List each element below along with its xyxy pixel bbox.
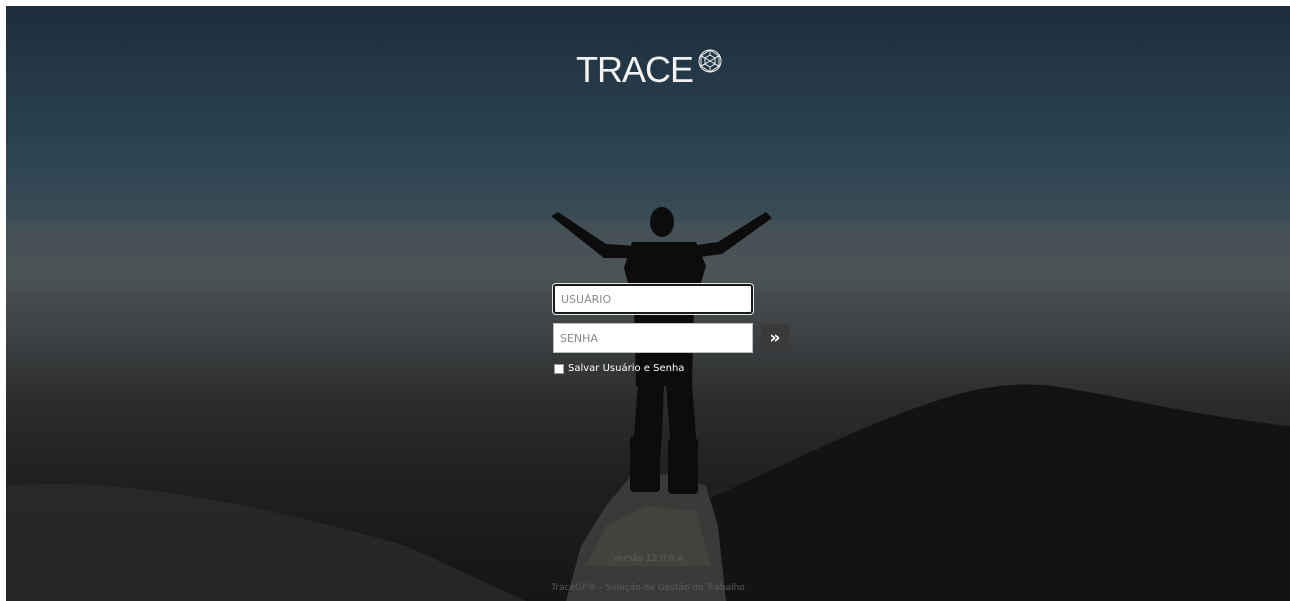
login-background: TRACE » xyxy=(6,6,1290,601)
brand-name: TRACE xyxy=(576,49,694,90)
remember-credentials-option[interactable]: Salvar Usuário e Senha xyxy=(554,363,684,374)
version-text: Versão 12.0.0.4 xyxy=(612,554,684,564)
trace-logo: TRACE xyxy=(576,49,723,90)
remember-label: Salvar Usuário e Senha xyxy=(568,363,685,374)
username-input[interactable] xyxy=(553,284,753,314)
remember-checkbox[interactable] xyxy=(554,363,564,374)
geodesic-sphere-icon xyxy=(697,48,723,78)
double-chevron-right-icon: » xyxy=(769,328,781,348)
login-submit-button[interactable]: » xyxy=(761,324,789,352)
password-input[interactable] xyxy=(553,323,753,353)
product-footer-text: TraceGP® - Solução de Gestão do Trabalho xyxy=(551,583,745,593)
